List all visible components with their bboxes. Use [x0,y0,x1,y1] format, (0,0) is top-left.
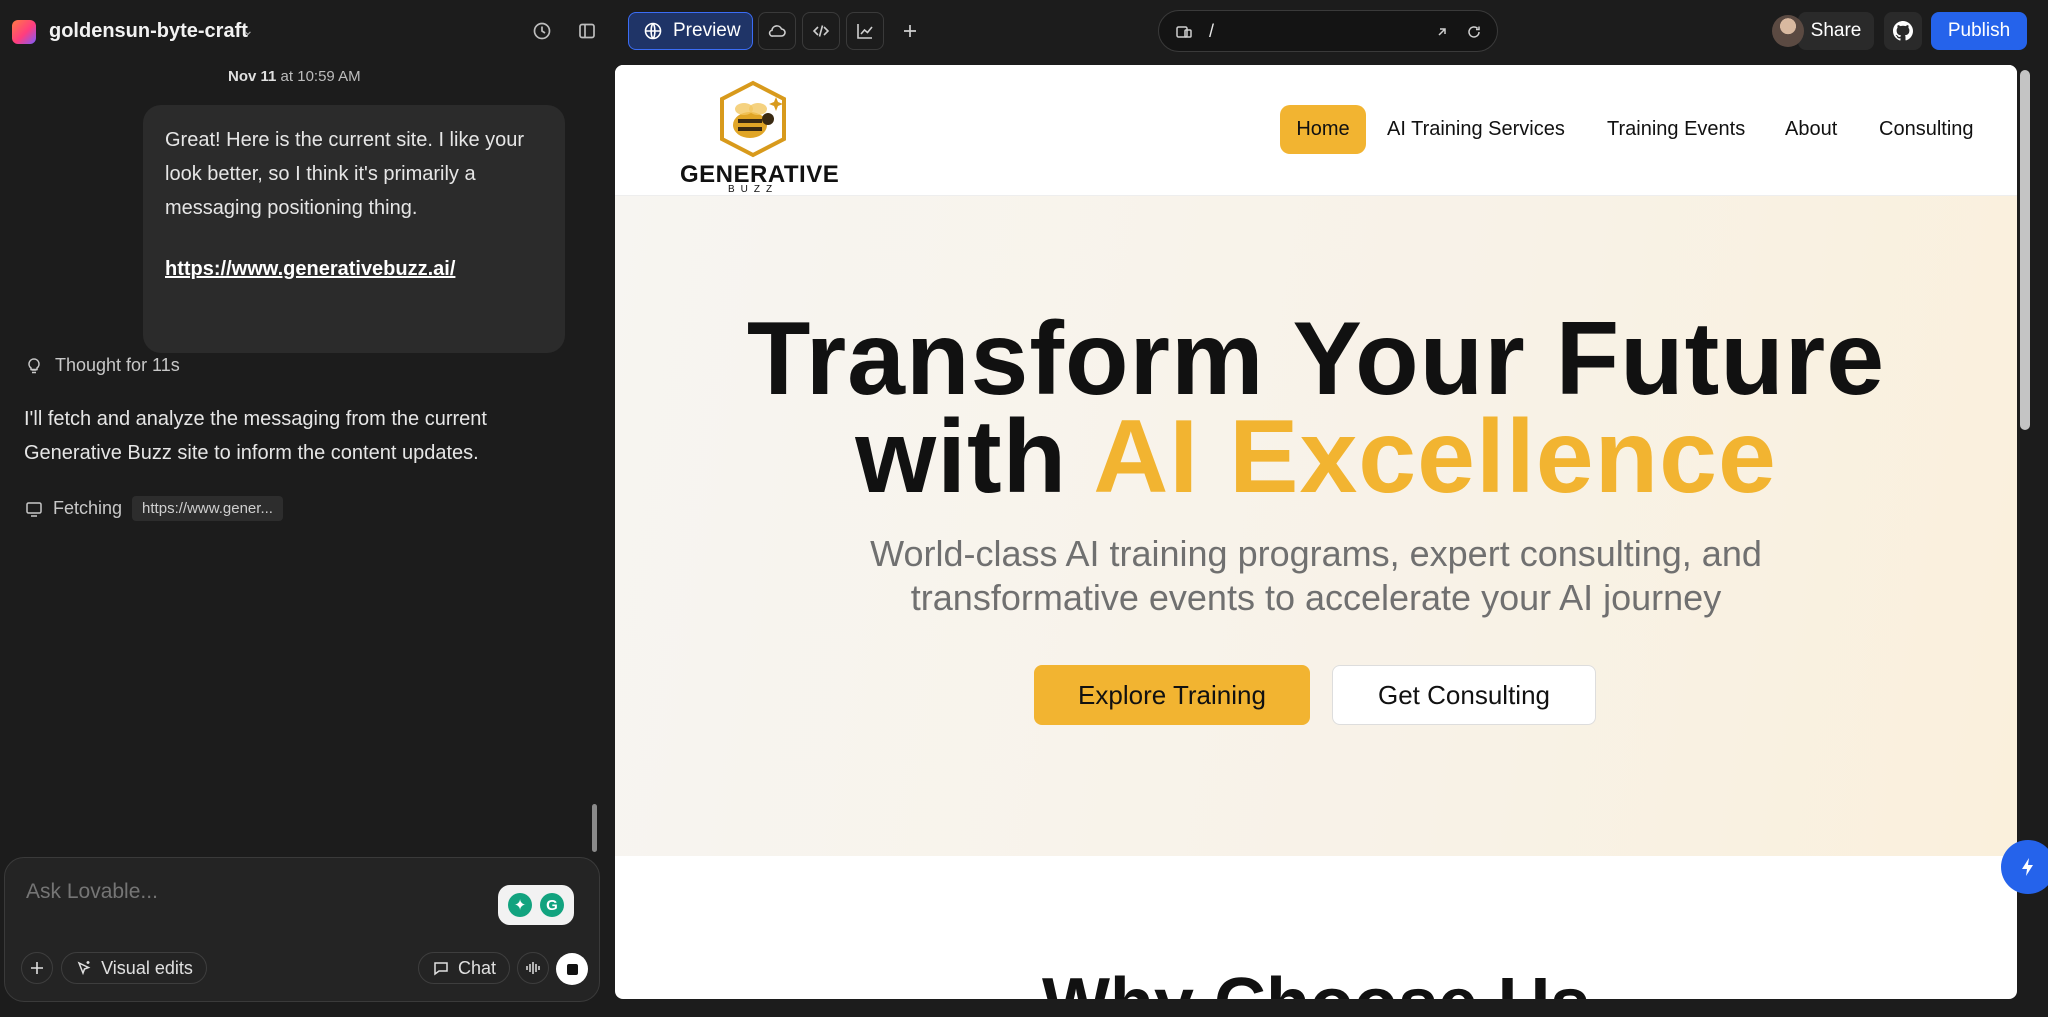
fetching-label: Fetching [53,498,123,518]
chat-scrollbar[interactable] [592,804,597,852]
grammarly-icon: G [540,893,564,917]
thought-label: Thought for 11s [55,355,180,375]
top-bar: goldensun-byte-craft ⌄ Preview / Share P… [0,0,2048,62]
chat-bubble-icon [434,962,448,976]
nav-training-events[interactable]: Training Events [1607,105,1745,154]
chat-panel: Nov 11 at 10:59 AM Great! Here is the cu… [0,62,604,1017]
user-avatar[interactable] [1772,15,1804,47]
analytics-button[interactable] [846,12,884,50]
grammarly-widget[interactable]: ✦ G [498,885,574,925]
chat-composer: ✦ G Visual edits Chat [4,857,600,1002]
visual-edits-label: Visual edits [101,957,193,978]
stop-icon [566,963,578,975]
get-consulting-button[interactable]: Get Consulting [1332,665,1596,725]
brand-subword: BUZZ [727,184,779,195]
nav-home[interactable]: Home [1280,105,1366,154]
plus-icon[interactable] [898,19,922,43]
device-toggle-icon[interactable] [1173,21,1195,43]
chat-mode-label: Chat [457,957,497,978]
hero-heading-line2: with AI Excellence [615,398,2017,517]
chat-input[interactable] [26,880,386,904]
code-button[interactable] [802,12,840,50]
chat-mode-button[interactable]: Chat [418,952,510,984]
publish-button[interactable]: Publish [1931,12,2027,50]
lightbulb-icon [28,357,40,373]
cloud-button[interactable] [758,12,796,50]
site-preview: GENERATIVE BUZZ Home AI Training Service… [615,65,2017,999]
site-navbar: GENERATIVE BUZZ Home AI Training Service… [615,65,2017,196]
hero-subtitle: World-class AI training programs, expert… [870,533,1762,618]
globe-icon [644,22,662,40]
hero-section: Transform Your Future with AI Excellence… [615,196,2017,856]
bee-hexagon-icon [720,80,786,158]
refresh-icon[interactable] [1463,21,1485,43]
hero-heading-highlight: AI Excellence [1093,399,1777,515]
attach-button[interactable] [21,952,53,984]
user-message-link[interactable]: https://www.generativebuzz.ai/ [165,252,543,286]
message-timestamp: Nov 11 at 10:59 AM [228,68,361,85]
hero-heading-with: with [855,399,1068,515]
lovable-logo-icon[interactable] [12,20,36,44]
sidebar-toggle-icon[interactable] [575,19,599,43]
lightning-icon [2022,858,2033,876]
project-name[interactable]: goldensun-byte-craft [49,20,248,43]
history-icon[interactable] [530,19,554,43]
thought-indicator[interactable]: Thought for 11s [25,355,180,376]
generative-buzz-logo[interactable]: GENERATIVE BUZZ [680,79,839,195]
grammarly-suggestion-icon: ✦ [508,893,532,917]
explore-training-button[interactable]: Explore Training [1034,665,1310,725]
visual-edits-button[interactable]: Visual edits [61,952,207,984]
chart-line-icon [857,24,873,39]
chevron-down-icon[interactable]: ⌄ [242,22,254,39]
monitor-icon [26,501,42,517]
preview-button[interactable]: Preview [628,12,753,50]
nav-ai-training-services[interactable]: AI Training Services [1387,105,1565,154]
plus-icon [31,962,43,974]
code-icon [812,25,830,37]
fetching-url-chip[interactable]: https://www.gener... [132,496,283,521]
user-message-bubble: Great! Here is the current site. I like … [143,105,565,353]
github-icon [1893,21,1913,41]
preview-label: Preview [673,20,741,41]
cloud-icon [768,25,786,37]
preview-scrollbar[interactable] [2020,70,2030,430]
quick-action-button[interactable] [2001,840,2048,894]
open-external-icon[interactable] [1431,21,1453,43]
user-message-text: Great! Here is the current site. I like … [165,129,525,219]
cursor-sparkle-icon [77,961,91,976]
url-path[interactable]: / [1209,21,1214,42]
voice-button[interactable] [517,952,549,984]
section-heading-partial: Why Choose Us [615,963,2017,999]
github-button[interactable] [1884,12,1922,50]
fetching-status: Fetching https://www.gener... [25,496,283,521]
nav-about[interactable]: About [1785,105,1837,154]
share-button[interactable]: Share [1798,12,1874,50]
nav-consulting[interactable]: Consulting [1879,105,1974,154]
waveform-icon [526,962,540,974]
preview-url-bar[interactable]: / [1158,10,1498,52]
stop-generation-button[interactable] [556,953,588,985]
assistant-reply: I'll fetch and analyze the messaging fro… [24,408,487,464]
